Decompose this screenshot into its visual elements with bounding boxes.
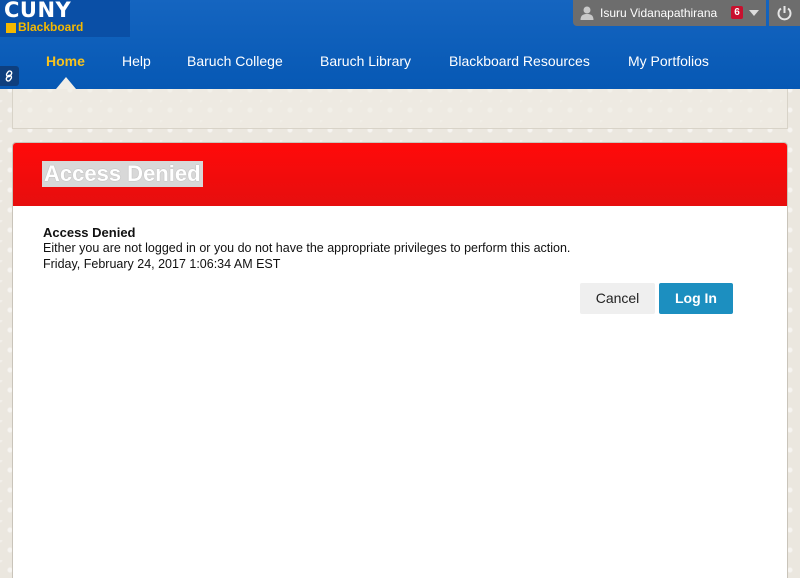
main-nav-tabs: Home Help Baruch College Baruch Library …	[0, 40, 800, 82]
user-name[interactable]: Isuru Vidanapathirana	[600, 6, 717, 20]
message-heading: Access Denied	[43, 225, 136, 240]
message-timestamp: Friday, February 24, 2017 1:06:34 AM EST	[43, 257, 281, 271]
active-tab-pointer	[56, 77, 76, 89]
breadcrumb-strip	[12, 89, 788, 129]
tab-blackboard-resources[interactable]: Blackboard Resources	[449, 53, 590, 69]
tab-my-portfolios[interactable]: My Portfolios	[628, 53, 709, 69]
logout-button[interactable]	[769, 0, 800, 26]
message-body: Either you are not logged in or you do n…	[43, 241, 571, 255]
top-navigation-bar: CUNY Blackboard Isuru Vidanapathirana 6 …	[0, 0, 800, 89]
panel-header: Access Denied	[13, 143, 787, 206]
tab-home[interactable]: Home	[46, 53, 85, 69]
tab-baruch-college[interactable]: Baruch College	[187, 53, 283, 69]
chevron-down-icon[interactable]	[749, 10, 759, 16]
login-button[interactable]: Log In	[659, 283, 733, 314]
link-icon	[5, 70, 13, 82]
logo-square-icon	[6, 23, 16, 33]
cuny-blackboard-logo[interactable]: CUNY Blackboard	[0, 0, 130, 37]
logo-blackboard-text: Blackboard	[18, 20, 84, 34]
page-title: Access Denied	[42, 161, 203, 187]
cancel-button[interactable]: Cancel	[580, 283, 655, 314]
user-silhouette-icon	[580, 6, 594, 20]
user-menu[interactable]: Isuru Vidanapathirana 6	[573, 0, 766, 26]
tab-help[interactable]: Help	[122, 53, 151, 69]
notification-badge[interactable]: 6	[731, 6, 743, 19]
tab-baruch-library[interactable]: Baruch Library	[320, 53, 411, 69]
logo-cuny-text: CUNY	[4, 0, 72, 22]
access-denied-panel: Access Denied Access Denied Either you a…	[12, 142, 788, 578]
power-icon	[777, 6, 792, 21]
page-title-text: Access Denied	[44, 161, 201, 186]
quick-links-button[interactable]	[0, 66, 19, 86]
